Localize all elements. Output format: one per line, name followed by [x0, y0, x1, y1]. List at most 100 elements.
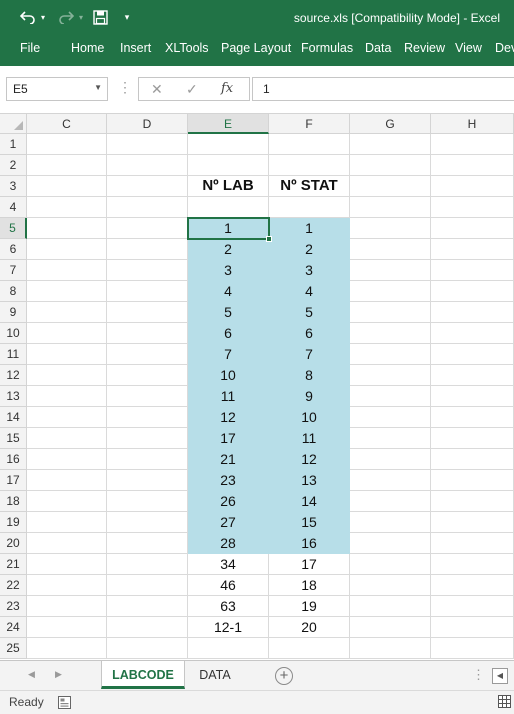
- cell-e9[interactable]: 5: [188, 302, 269, 323]
- row-header-3[interactable]: 3: [0, 176, 27, 197]
- cell-d24[interactable]: [107, 617, 188, 638]
- formula-input[interactable]: 1: [252, 77, 514, 101]
- cell-h23[interactable]: [431, 596, 514, 617]
- cell-e1[interactable]: [188, 134, 269, 155]
- cell-c6[interactable]: [27, 239, 107, 260]
- cell-e8[interactable]: 4: [188, 281, 269, 302]
- tab-developer[interactable]: Dev: [493, 41, 514, 55]
- row-header-25[interactable]: 25: [0, 638, 27, 659]
- cell-e13[interactable]: 11: [188, 386, 269, 407]
- cell-d11[interactable]: [107, 344, 188, 365]
- row-header-11[interactable]: 11: [0, 344, 27, 365]
- cell-f16[interactable]: 12: [269, 449, 350, 470]
- insert-function-icon[interactable]: fx: [221, 81, 233, 96]
- cell-h8[interactable]: [431, 281, 514, 302]
- cell-c20[interactable]: [27, 533, 107, 554]
- row-header-2[interactable]: 2: [0, 155, 27, 176]
- tab-file[interactable]: File: [18, 41, 42, 55]
- cell-h3[interactable]: [431, 176, 514, 197]
- name-box[interactable]: E5 ▼: [6, 77, 108, 101]
- column-header-h[interactable]: H: [431, 114, 514, 134]
- sheet-tab-labcode[interactable]: LABCODE: [101, 661, 185, 689]
- cell-d23[interactable]: [107, 596, 188, 617]
- cell-c19[interactable]: [27, 512, 107, 533]
- cell-d16[interactable]: [107, 449, 188, 470]
- cell-g17[interactable]: [350, 470, 431, 491]
- cell-g11[interactable]: [350, 344, 431, 365]
- row-header-14[interactable]: 14: [0, 407, 27, 428]
- cell-e22[interactable]: 46: [188, 575, 269, 596]
- cell-f20[interactable]: 16: [269, 533, 350, 554]
- cell-h5[interactable]: [431, 218, 514, 239]
- cell-h17[interactable]: [431, 470, 514, 491]
- tab-insert[interactable]: Insert: [118, 41, 153, 55]
- cell-c21[interactable]: [27, 554, 107, 575]
- cell-c25[interactable]: [27, 638, 107, 659]
- cell-g4[interactable]: [350, 197, 431, 218]
- cell-d17[interactable]: [107, 470, 188, 491]
- cell-e5[interactable]: 1: [188, 218, 269, 239]
- cell-h15[interactable]: [431, 428, 514, 449]
- macro-record-icon[interactable]: [58, 696, 71, 712]
- cell-g10[interactable]: [350, 323, 431, 344]
- cell-e19[interactable]: 27: [188, 512, 269, 533]
- tab-page-layout[interactable]: Page Layout: [219, 41, 293, 55]
- cell-c8[interactable]: [27, 281, 107, 302]
- row-header-13[interactable]: 13: [0, 386, 27, 407]
- cell-g2[interactable]: [350, 155, 431, 176]
- cell-c16[interactable]: [27, 449, 107, 470]
- cell-h6[interactable]: [431, 239, 514, 260]
- sheet-tab-data[interactable]: DATA: [187, 661, 243, 689]
- cell-g7[interactable]: [350, 260, 431, 281]
- cell-h11[interactable]: [431, 344, 514, 365]
- cell-f17[interactable]: 13: [269, 470, 350, 491]
- sheet-prev-icon[interactable]: ◀: [28, 669, 35, 680]
- row-header-7[interactable]: 7: [0, 260, 27, 281]
- cell-c18[interactable]: [27, 491, 107, 512]
- cell-f22[interactable]: 18: [269, 575, 350, 596]
- cell-f12[interactable]: 8: [269, 365, 350, 386]
- cell-g14[interactable]: [350, 407, 431, 428]
- cell-e4[interactable]: [188, 197, 269, 218]
- tab-xltools[interactable]: XLTools: [163, 41, 211, 55]
- cell-c23[interactable]: [27, 596, 107, 617]
- cell-h1[interactable]: [431, 134, 514, 155]
- cell-f8[interactable]: 4: [269, 281, 350, 302]
- cell-h16[interactable]: [431, 449, 514, 470]
- column-header-g[interactable]: G: [350, 114, 431, 134]
- cell-h9[interactable]: [431, 302, 514, 323]
- cell-h13[interactable]: [431, 386, 514, 407]
- cell-c14[interactable]: [27, 407, 107, 428]
- cell-c12[interactable]: [27, 365, 107, 386]
- cell-f19[interactable]: 15: [269, 512, 350, 533]
- cell-c7[interactable]: [27, 260, 107, 281]
- cell-g3[interactable]: [350, 176, 431, 197]
- splitter-dots-icon[interactable]: ⋮: [118, 79, 132, 96]
- cell-g25[interactable]: [350, 638, 431, 659]
- cell-d21[interactable]: [107, 554, 188, 575]
- cell-g23[interactable]: [350, 596, 431, 617]
- row-header-16[interactable]: 16: [0, 449, 27, 470]
- cell-c24[interactable]: [27, 617, 107, 638]
- column-header-e[interactable]: E: [188, 114, 269, 134]
- cell-e11[interactable]: 7: [188, 344, 269, 365]
- cell-d4[interactable]: [107, 197, 188, 218]
- cell-e2[interactable]: [188, 155, 269, 176]
- cell-g20[interactable]: [350, 533, 431, 554]
- cell-c10[interactable]: [27, 323, 107, 344]
- normal-view-icon[interactable]: [498, 695, 511, 711]
- cell-f24[interactable]: 20: [269, 617, 350, 638]
- cell-d19[interactable]: [107, 512, 188, 533]
- row-header-21[interactable]: 21: [0, 554, 27, 575]
- cell-h24[interactable]: [431, 617, 514, 638]
- cell-e24[interactable]: 12-1: [188, 617, 269, 638]
- chevron-down-icon[interactable]: ▼: [94, 83, 102, 92]
- row-header-15[interactable]: 15: [0, 428, 27, 449]
- cell-f6[interactable]: 2: [269, 239, 350, 260]
- cell-d22[interactable]: [107, 575, 188, 596]
- cell-c2[interactable]: [27, 155, 107, 176]
- column-header-f[interactable]: F: [269, 114, 350, 134]
- cell-e10[interactable]: 6: [188, 323, 269, 344]
- cell-e23[interactable]: 63: [188, 596, 269, 617]
- cell-d5[interactable]: [107, 218, 188, 239]
